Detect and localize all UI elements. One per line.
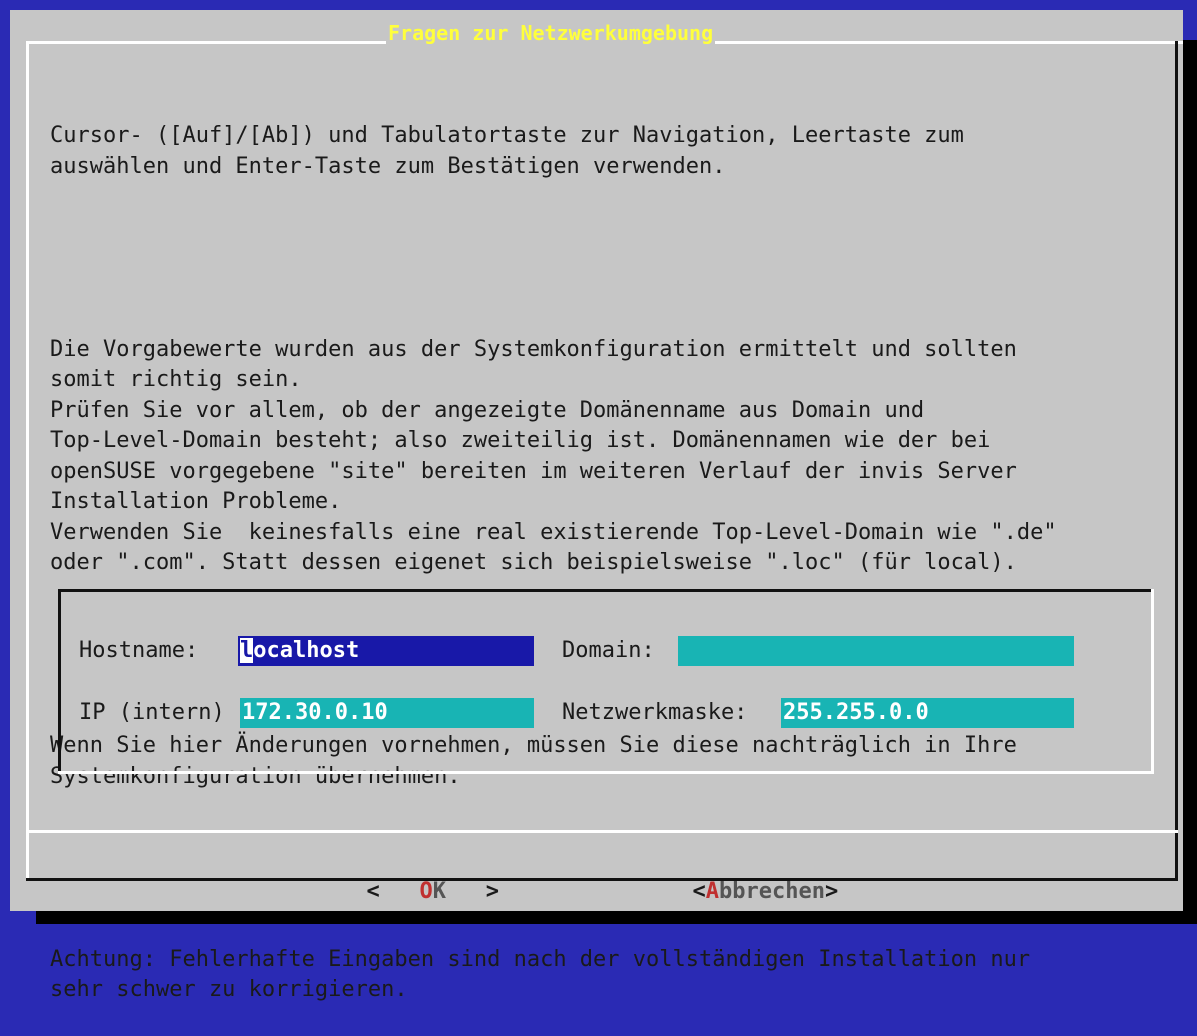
domain-input[interactable] (678, 636, 1074, 666)
ok-label: K (432, 879, 446, 904)
ip-input[interactable]: 172.30.0.10 (240, 698, 534, 728)
form-frame-bottom (58, 771, 1154, 774)
ok-hotkey: O (419, 879, 433, 904)
hostname-input[interactable]: localhost (238, 636, 534, 666)
hostname-label: Hostname: (79, 638, 199, 663)
domain-label: Domain: (562, 638, 655, 663)
instructions-spacer: ​ (50, 243, 1170, 274)
cancel-bracket-left: < (692, 879, 706, 904)
form-frame-right (1151, 589, 1154, 774)
text-cursor: l (240, 638, 254, 663)
ip-label: IP (intern) (79, 700, 225, 725)
cancel-hotkey: A (705, 879, 719, 904)
netmask-input[interactable]: 255.255.0.0 (781, 698, 1074, 728)
ok-spacer (380, 879, 420, 904)
cancel-label: bbrechen (719, 879, 825, 904)
cancel-button[interactable]: <Abbrechen> (666, 844, 839, 904)
ok-bracket-left: < (366, 879, 380, 904)
frame-right (1175, 41, 1178, 881)
hostname-value: ocalhost (253, 638, 360, 663)
instructions-spacer: ​ (50, 853, 1170, 884)
instructions-defaults: Die Vorgabewerte wurden aus der Systemko… (50, 336, 1057, 576)
form-frame-left (58, 589, 61, 774)
instructions-navigation: Cursor- ([Auf]/[Ab]) und Tabulatortaste … (50, 123, 964, 179)
cancel-bracket-right: > (824, 879, 839, 904)
form-box (58, 589, 1154, 774)
form-frame-top (58, 589, 1154, 592)
ok-bracket-right: > (485, 879, 499, 904)
ok-button[interactable]: < OK > (340, 844, 500, 904)
dialog-title: Fragen zur Netzwerkumgebung (386, 18, 716, 48)
instructions-warning: Achtung: Fehlerhafte Eingaben sind nach … (50, 946, 1031, 1003)
frame-left (26, 41, 29, 881)
dialog-shadow-right (1183, 40, 1197, 924)
netmask-label: Netzwerkmaske: (562, 700, 748, 725)
ok-spacer (446, 879, 486, 904)
dialog-instructions: Cursor- ([Auf]/[Ab]) und Tabulatortaste … (50, 60, 1170, 1036)
